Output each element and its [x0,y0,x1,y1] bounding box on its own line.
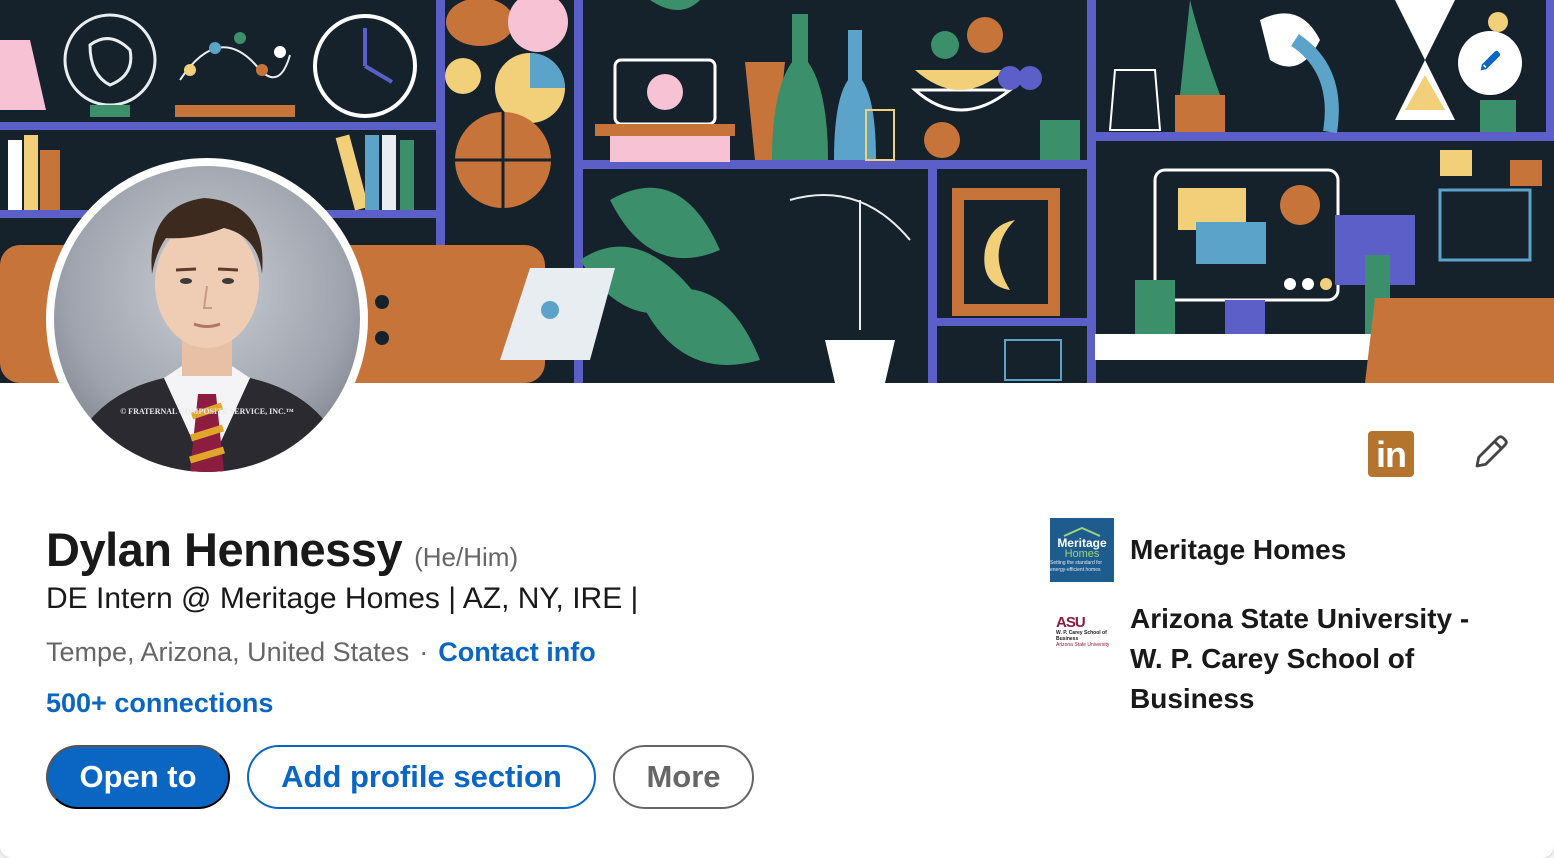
more-button[interactable]: More [613,745,754,809]
photo-watermark: © FRATERNAL COMPOSITE SERVICE, INC.™ [120,407,294,416]
school-name: Arizona State University - W. P. Carey S… [1130,603,1470,714]
profile-actions: Open to Add profile section More [46,745,754,809]
name-row: Dylan Hennessy (He/Him) [46,522,518,577]
pencil-icon [1476,47,1504,80]
profile-name: Dylan Hennessy [46,523,403,576]
school-logo-line1: ASU [1056,613,1086,631]
education-item[interactable]: ASU W. P. Carey School of Business Arizo… [1050,599,1490,719]
add-profile-section-button[interactable]: Add profile section [247,745,596,809]
profile-card: © FRATERNAL COMPOSITE SERVICE, INC.™ in … [0,0,1554,858]
contact-info-link[interactable]: Contact info [438,637,595,668]
current-company[interactable]: Meritage Homes Setting the standard for … [1050,518,1346,582]
edit-intro-button[interactable] [1468,431,1514,477]
school-logo-line3: Arizona State University [1056,641,1110,648]
linkedin-icon-text: in [1376,434,1407,475]
pronouns: (He/Him) [414,542,519,572]
company-name: Meritage Homes [1130,534,1347,565]
location: Tempe, Arizona, United States [46,637,410,667]
linkedin-icon[interactable]: in [1368,431,1414,477]
house-roof-icon [1063,526,1101,537]
connections-link[interactable]: 500+ connections [46,688,273,719]
company-logo-tagline: Setting the standard for energy-efficien… [1050,559,1102,573]
school-logo-line2: W. P. Carey School of Business [1056,629,1107,642]
profile-photo[interactable]: © FRATERNAL COMPOSITE SERVICE, INC.™ [46,158,368,480]
pencil-icon [1470,431,1512,478]
open-to-button[interactable]: Open to [46,745,230,809]
profile-header-actions: in [1368,431,1514,477]
company-logo: Meritage Homes Setting the standard for … [1050,518,1114,582]
profile-headline: DE Intern @ Meritage Homes | AZ, NY, IRE… [46,582,639,615]
company-logo-line2: Homes [1064,547,1100,560]
edit-banner-button[interactable] [1458,31,1522,95]
company-logo-line1: Meritage [1057,535,1107,550]
school-logo: ASU W. P. Carey School of Business Arizo… [1050,599,1114,663]
separator: · [419,637,429,667]
location-row: Tempe, Arizona, United States · Contact … [46,637,596,668]
